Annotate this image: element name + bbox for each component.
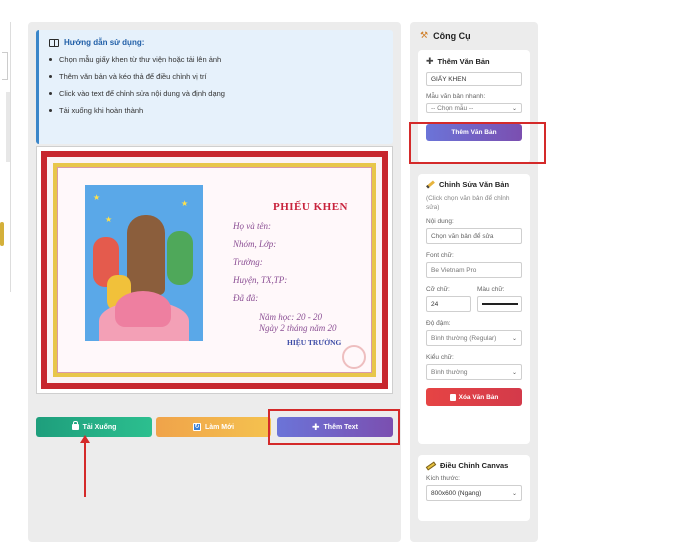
plus-icon: ✚ [426,56,434,66]
certificate-field-district[interactable]: Huyện, TX,TP: [233,275,287,285]
trash-icon [449,393,456,401]
certificate-canvas[interactable]: ★ ★ ★ PHIẾU KHEN Họ và tên: Nhóm, Lớp: T… [36,146,393,394]
chevron-down-icon: ⌄ [511,335,517,342]
font-color-label: Màu chữ: [477,286,505,293]
star-icon: ★ [93,193,101,202]
chevron-down-icon: ⌄ [511,490,517,497]
edit-text-card: Chỉnh Sửa Văn Bản (Click chọn văn bản để… [418,174,530,444]
left-panel-tab[interactable] [2,52,8,80]
annotation-box-sidebar-add [409,122,546,164]
sidebar-title: ⚒ Công Cụ [420,30,471,41]
illustration-child [167,231,193,285]
font-size-input[interactable]: 24 [426,296,471,312]
pencil-icon [426,180,435,189]
book-icon [49,38,59,47]
illustration-figure [127,215,165,295]
certificate-school-year[interactable]: Năm học: 20 - 20 [259,312,322,322]
star-icon: ★ [181,199,189,208]
canvas-settings-card: Điều Chỉnh Canvas Kích thước: 800x600 (N… [418,455,530,521]
refresh-icon: ↻ [192,423,201,431]
content-input[interactable]: Chọn văn bản để sửa [426,228,522,244]
usage-guide-list: Chọn mẫu giấy khen từ thư viện hoặc tải … [49,55,383,115]
guide-item: Thêm văn bản và kéo thả để điều chỉnh vị… [49,72,383,81]
certificate-title-text[interactable]: PHIẾU KHEN [273,201,348,213]
certificate-date[interactable]: Ngày 2 tháng năm 20 [259,323,337,333]
certificate-illustration: ★ ★ ★ [85,185,203,341]
font-style-select[interactable]: Bình thường ⌄ [426,364,522,380]
tools-sidebar: ⚒ Công Cụ ✚ Thêm Văn Bản GIẤY KHEN Mẫu v… [410,22,538,542]
tools-icon: ⚒ [420,30,429,40]
guide-item: Tải xuống khi hoàn thành [49,106,383,115]
usage-guide-box: Hướng dẫn sử dụng: Chọn mẫu giấy khen từ… [36,30,393,144]
font-select[interactable]: Be Vietnam Pro [426,262,522,278]
add-text-card-title: ✚ Thêm Văn Bản [426,56,490,66]
left-panel-scrollbar[interactable] [6,92,10,162]
illustration-lotus [115,291,171,327]
app-page: Hướng dẫn sử dụng: Chọn mẫu giấy khen từ… [0,0,680,547]
certificate-field-achievement[interactable]: Đã đã: [233,293,258,303]
guide-item: Click vào text để chỉnh sửa nội dung và … [49,89,383,98]
canvas-size-select[interactable]: 800x600 (Ngang) ⌄ [426,485,522,501]
content-label: Nội dung: [426,218,454,225]
download-icon [71,421,79,430]
edit-hint: (Click chọn văn bản để chỉnh sửa) [426,195,510,211]
new-text-input[interactable]: GIẤY KHEN [426,72,522,86]
ruler-icon [425,460,437,471]
canvas-settings-title: Điều Chỉnh Canvas [425,460,522,471]
font-weight-label: Độ đậm: [426,320,451,327]
quick-template-select[interactable]: -- Chọn mẫu -- ⌄ [426,103,522,113]
certificate-field-school[interactable]: Trường: [233,257,263,267]
font-color-picker[interactable] [477,296,522,312]
font-weight-select[interactable]: Bình thường (Regular) ⌄ [426,330,522,346]
certificate-seal [342,345,366,369]
usage-guide-title: Hướng dẫn sử dụng: [49,38,383,47]
certificate-signer[interactable]: HIỆU TRƯỞNG [287,338,341,347]
quick-template-label: Mẫu văn bản nhanh: [426,93,486,100]
left-panel-edge [0,22,11,292]
certificate-field-name[interactable]: Họ và tên: [233,221,271,231]
certificate-field-class[interactable]: Nhóm, Lớp: [233,239,276,249]
guide-item: Chọn mẫu giấy khen từ thư viện hoặc tải … [49,55,383,64]
chevron-down-icon: ⌄ [511,105,517,112]
size-color-row: Cỡ chữ: 24 Màu chữ: [426,286,522,312]
font-size-label: Cỡ chữ: [426,286,450,293]
chevron-down-icon: ⌄ [511,369,517,376]
font-style-label: Kiểu chữ: [426,354,454,361]
canvas-size-label: Kích thước: [426,475,460,482]
star-icon: ★ [105,215,113,224]
download-button[interactable]: Tải Xuống [36,417,152,437]
edit-text-card-title: Chỉnh Sửa Văn Bản [426,180,522,189]
annotation-arrow [80,435,90,497]
font-label: Font chữ: [426,252,454,259]
color-swatch-bar [481,303,518,305]
annotation-box-add-text [268,409,400,445]
reset-button[interactable]: ↻ Làm Mới [156,417,271,437]
certificate-template: ★ ★ ★ PHIẾU KHEN Họ và tên: Nhóm, Lớp: T… [41,151,388,389]
delete-text-button[interactable]: Xóa Văn Bản [426,388,522,406]
left-panel-highlight [0,222,4,246]
